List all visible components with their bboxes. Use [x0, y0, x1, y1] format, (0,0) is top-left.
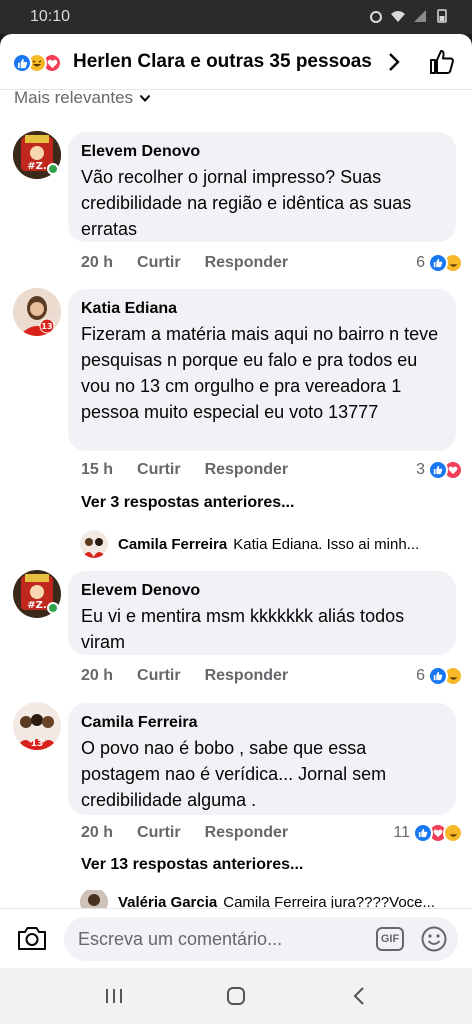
reaction-count-number: 3 [416, 461, 425, 478]
comment-time[interactable]: 20 h [81, 254, 113, 272]
reaction-count[interactable]: 11 [393, 823, 463, 843]
recents-icon[interactable] [102, 984, 126, 1008]
view-previous-replies[interactable]: Ver 3 respostas anteriores... [81, 494, 294, 512]
reaction-icons [12, 53, 62, 73]
comment-author[interactable]: Elevem Denovo [81, 581, 443, 601]
like-button[interactable]: Curtir [137, 824, 181, 842]
comment-bubble[interactable]: Katia Ediana Fizeram a matéria mais aqui… [68, 289, 456, 451]
comment-text: Vão recolher o jornal impresso? Suas cre… [81, 167, 412, 239]
comment-author[interactable]: Camila Ferreira [81, 713, 443, 733]
system-navigation-bar [0, 968, 472, 1024]
like-reaction-icon [413, 823, 433, 843]
reactions-header[interactable]: Herlen Clara e outras 35 pessoas [0, 34, 472, 90]
reaction-count-number: 6 [416, 254, 425, 271]
reply-button[interactable]: Responder [205, 461, 289, 479]
status-time: 10:10 [30, 8, 71, 25]
like-reaction-icon [12, 53, 32, 73]
comment-time[interactable]: 20 h [81, 824, 113, 842]
home-icon[interactable] [224, 984, 248, 1008]
like-button[interactable]: Curtir [137, 254, 181, 272]
reply-button[interactable]: Responder [205, 824, 289, 842]
avatar[interactable] [80, 530, 108, 558]
avatar[interactable]: 13 [13, 702, 61, 750]
chevron-right-icon[interactable] [384, 50, 404, 74]
svg-text:13: 13 [41, 322, 52, 331]
signal-icon [414, 10, 426, 22]
reaction-count-number: 6 [416, 667, 425, 684]
reply-button[interactable]: Responder [205, 667, 289, 685]
comment-actions: 20 h Curtir Responder [81, 667, 312, 685]
svg-text:#Z.: #Z. [27, 161, 46, 172]
comment-actions: 20 h Curtir Responder [81, 824, 312, 842]
online-status-badge [47, 163, 59, 175]
reply-button[interactable]: Responder [205, 254, 289, 272]
like-reaction-icon [428, 460, 448, 480]
comment-text: Eu vi e mentira msm kkkkkkk aliás todos … [81, 606, 405, 652]
comment-author[interactable]: Elevem Denovo [81, 142, 443, 162]
like-reaction-icon [428, 666, 448, 686]
sort-dropdown[interactable]: Mais relevantes [14, 88, 151, 108]
chevron-down-icon [139, 94, 151, 102]
reaction-count[interactable]: 6 [416, 253, 463, 273]
comment-input-box[interactable]: GIF [64, 917, 458, 961]
reactions-summary[interactable]: Herlen Clara e outras 35 pessoas [73, 51, 372, 73]
reply-preview[interactable]: Camila Ferreira Katia Ediana. Isso ai mi… [80, 530, 460, 558]
gif-label: GIF [380, 933, 400, 945]
wifi-icon [391, 11, 405, 22]
reaction-count[interactable]: 6 [416, 666, 463, 686]
battery-icon [437, 9, 447, 23]
status-icons [368, 9, 450, 23]
comment-actions: 20 h Curtir Responder [81, 254, 312, 272]
alarm-icon [370, 11, 382, 23]
comment-bubble[interactable]: Camila Ferreira O povo nao é bobo , sabe… [68, 703, 456, 815]
comments-sheet: Herlen Clara e outras 35 pessoas Mais re… [0, 34, 472, 968]
reply-author[interactable]: Camila Ferreira [118, 536, 227, 553]
comment-text: Fizeram a matéria mais aqui no bairro n … [81, 324, 439, 422]
like-button[interactable]: Curtir [137, 461, 181, 479]
gif-icon[interactable]: GIF [376, 927, 404, 951]
reply-text: Katia Ediana. Isso ai minh... [233, 535, 420, 553]
status-bar: 10:10 [0, 0, 472, 34]
sort-label: Mais relevantes [14, 88, 134, 107]
comment-composer: GIF [0, 908, 472, 968]
comment-time[interactable]: 20 h [81, 667, 113, 685]
comment-input[interactable] [78, 927, 358, 951]
emoji-icon[interactable] [420, 925, 448, 953]
comment-bubble[interactable]: Elevem Denovo Vão recolher o jornal impr… [68, 132, 456, 242]
comment-text: O povo nao é bobo , sabe que essa postag… [81, 738, 387, 810]
haha-reaction-icon [443, 823, 463, 843]
like-button[interactable]: Curtir [137, 667, 181, 685]
view-previous-replies[interactable]: Ver 13 respostas anteriores... [81, 856, 303, 874]
comment-bubble[interactable]: Elevem Denovo Eu vi e mentira msm kkkkkk… [68, 571, 456, 655]
comment-actions: 15 h Curtir Responder [81, 461, 312, 479]
online-status-badge [47, 602, 59, 614]
reaction-count-number: 11 [393, 824, 410, 841]
camera-icon[interactable] [16, 923, 48, 953]
back-icon[interactable] [348, 984, 372, 1008]
avatar[interactable]: 13 [13, 288, 61, 336]
svg-text:#Z.: #Z. [27, 600, 46, 611]
comment-author[interactable]: Katia Ediana [81, 299, 443, 319]
reaction-count[interactable]: 3 [416, 460, 463, 480]
svg-text:13: 13 [31, 739, 44, 749]
comment-time[interactable]: 15 h [81, 461, 113, 479]
thumbs-up-icon[interactable] [428, 48, 456, 76]
like-reaction-icon [428, 253, 448, 273]
